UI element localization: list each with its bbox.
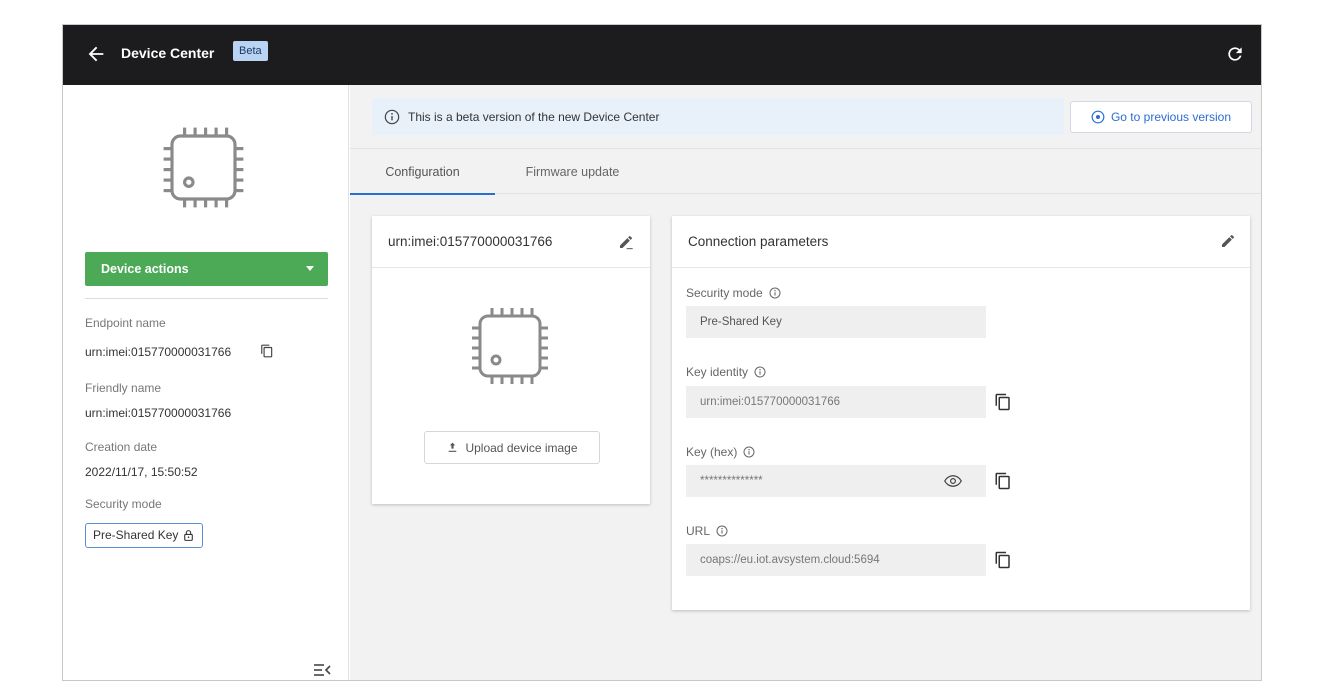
security-mode-field: Pre-Shared Key (686, 306, 986, 338)
creation-date-value: 2022/11/17, 15:50:52 (85, 465, 198, 479)
copy-icon[interactable] (994, 471, 1012, 491)
refresh-icon[interactable] (1225, 44, 1245, 64)
key-hex-field-label: Key (hex) (686, 445, 755, 459)
security-mode-value: Pre-Shared Key (93, 528, 179, 542)
info-icon[interactable] (716, 525, 728, 537)
device-actions-button[interactable]: Device actions (85, 252, 328, 286)
collapse-sidebar-icon[interactable] (313, 663, 331, 677)
app-title: Device Center (121, 45, 215, 61)
info-icon (384, 109, 400, 124)
url-field-label: URL (686, 524, 728, 538)
caret-down-icon (306, 266, 314, 271)
tab-firmware-update[interactable]: Firmware update (495, 149, 650, 195)
key-hex-label-text: Key (hex) (686, 445, 738, 459)
url-field[interactable]: coaps://eu.iot.avsystem.cloud:5694 (686, 544, 986, 576)
security-mode-badge: Pre-Shared Key (85, 523, 204, 548)
creation-date-label: Creation date (85, 440, 158, 454)
device-card-title: urn:imei:015770000031766 (388, 234, 553, 249)
edit-pen-icon[interactable] (618, 234, 634, 250)
arrow-left-icon[interactable] (85, 43, 107, 65)
connection-card-title: Connection parameters (688, 234, 829, 249)
device-card: urn:imei:015770000031766 Upload device i… (372, 216, 650, 504)
copy-endpoint-icon[interactable] (260, 344, 274, 358)
url-label-text: URL (686, 524, 711, 538)
beta-banner: This is a beta version of the new Device… (372, 98, 1064, 135)
top-bar: Device Center Beta (63, 25, 1261, 85)
main-content: This is a beta version of the new Device… (350, 85, 1261, 680)
copy-icon[interactable] (994, 550, 1012, 570)
copy-icon[interactable] (994, 392, 1012, 412)
go-to-previous-version-button[interactable]: Go to previous version (1070, 101, 1252, 133)
chip-icon (163, 127, 244, 208)
lock-icon (184, 530, 194, 541)
circle-dot-icon (1091, 110, 1105, 124)
eye-icon[interactable] (944, 474, 962, 488)
key-hex-field[interactable]: ************** (686, 465, 986, 497)
sidebar-divider (85, 298, 328, 299)
edit-pen-icon[interactable] (1220, 233, 1236, 249)
beta-banner-text: This is a beta version of the new Device… (408, 109, 660, 124)
endpoint-name-value: urn:imei:015770000031766 (85, 345, 232, 359)
endpoint-name-label: Endpoint name (85, 316, 166, 330)
key-identity-label-text: Key identity (686, 365, 749, 379)
key-identity-field-label: Key identity (686, 365, 766, 379)
upload-icon (449, 442, 457, 452)
security-mode-label: Security mode (85, 497, 162, 511)
connection-parameters-card: Connection parameters Security mode Pre-… (672, 216, 1250, 610)
info-icon[interactable] (754, 366, 766, 378)
security-mode-field-label: Security mode (686, 286, 781, 300)
upload-label: Upload device image (465, 440, 578, 455)
key-identity-field[interactable]: urn:imei:015770000031766 (686, 386, 986, 418)
beta-badge: Beta (233, 41, 268, 61)
app-window: Device Center Beta Device actions Endpoi… (62, 24, 1262, 681)
device-actions-label: Device actions (101, 262, 189, 276)
security-mode-label-text: Security mode (686, 286, 763, 300)
prev-version-label: Go to previous version (1110, 110, 1232, 124)
chip-icon (472, 308, 548, 384)
info-icon[interactable] (769, 287, 781, 299)
friendly-name-value: urn:imei:015770000031766 (85, 406, 232, 420)
info-icon[interactable] (743, 446, 755, 458)
upload-device-image-button[interactable]: Upload device image (424, 431, 600, 464)
tab-bar: Configuration Firmware update (350, 148, 1261, 195)
connection-card-header: Connection parameters (672, 216, 1250, 268)
tab-configuration[interactable]: Configuration (350, 149, 495, 195)
friendly-name-label: Friendly name (85, 381, 162, 395)
device-card-header: urn:imei:015770000031766 (372, 216, 650, 268)
device-sidebar: Device actions Endpoint name urn:imei:01… (63, 85, 349, 680)
